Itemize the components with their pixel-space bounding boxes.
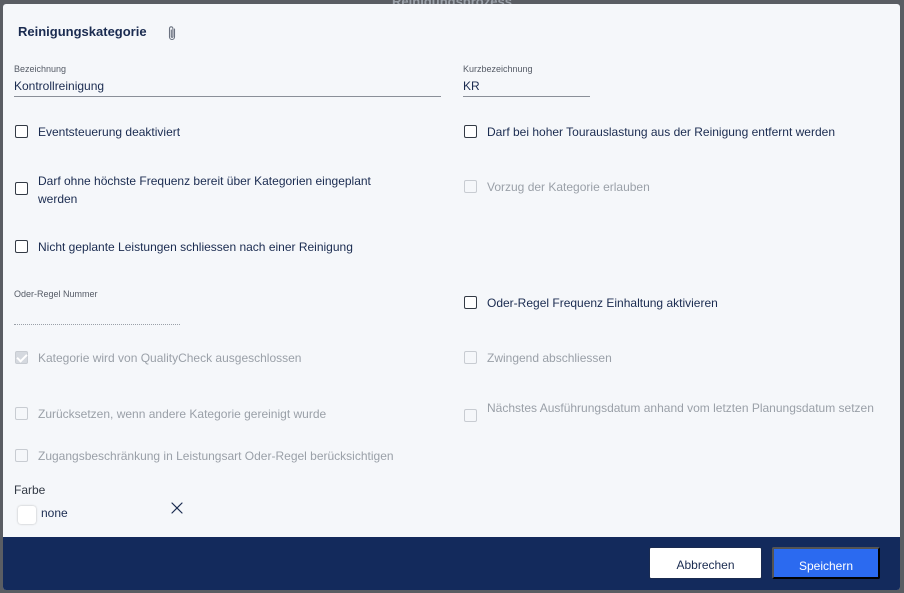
checkbox-box[interactable] [15, 240, 28, 253]
save-button[interactable]: Speichern [772, 547, 880, 579]
checkbox-label: Darf bei hoher Tourauslastung aus der Re… [487, 125, 835, 139]
kurzbezeichnung-input[interactable]: KR [463, 77, 590, 97]
ohne-frequenz-checkbox[interactable]: Darf ohne höchste Frequenz bereit über K… [15, 172, 405, 208]
farbe-label: Farbe [14, 483, 46, 497]
nicht-geplant-checkbox[interactable]: Nicht geplante Leistungen schliessen nac… [15, 238, 435, 256]
checkbox-label: Darf ohne höchste Frequenz bereit über K… [38, 174, 371, 206]
naechstes-datum-checkbox[interactable]: Nächstes Ausführungsdatum anhand vom let… [464, 399, 874, 422]
checkbox-label: Zugangsbeschränkung in Leistungsart Oder… [38, 449, 394, 463]
bezeichnung-input[interactable]: Kontrollreinigung [14, 77, 441, 97]
checkbox-label: Nächstes Ausführungsdatum anhand vom let… [487, 401, 874, 415]
category-dialog: Reinigungskategorie Bezeichnung Kontroll… [3, 4, 900, 590]
checkbox-box[interactable] [15, 182, 28, 195]
checkbox-box[interactable] [15, 125, 28, 138]
checkbox-label: Vorzug der Kategorie erlauben [487, 180, 650, 194]
checkbox-box[interactable] [464, 296, 477, 309]
kurzbezeichnung-label: Kurzbezeichnung [463, 64, 533, 74]
vorzug-checkbox[interactable]: Vorzug der Kategorie erlauben [464, 178, 884, 196]
oder-regel-nummer-label: Oder-Regel Nummer [14, 289, 98, 299]
tourauslastung-checkbox[interactable]: Darf bei hoher Tourauslastung aus der Re… [464, 123, 884, 141]
close-icon[interactable] [171, 502, 183, 514]
checkbox-box[interactable] [464, 180, 477, 193]
checkbox-box[interactable] [15, 351, 28, 364]
bezeichnung-label: Bezeichnung [14, 64, 67, 74]
checkbox-box[interactable] [464, 351, 477, 364]
dialog-footer: Abbrechen Speichern [3, 537, 900, 590]
checkbox-box[interactable] [464, 125, 477, 138]
dialog-title: Reinigungskategorie [18, 24, 147, 39]
color-swatch[interactable] [18, 506, 36, 524]
qualitycheck-checkbox[interactable]: Kategorie wird von QualityCheck ausgesch… [15, 349, 435, 367]
eventsteuerung-checkbox[interactable]: Eventsteuerung deaktiviert [15, 123, 435, 141]
checkbox-box[interactable] [15, 407, 28, 420]
zugangsbeschraenkung-checkbox[interactable]: Zugangsbeschränkung in Leistungsart Oder… [15, 447, 455, 465]
zwingend-checkbox[interactable]: Zwingend abschliessen [464, 349, 884, 367]
checkbox-label: Oder-Regel Frequenz Einhaltung aktiviere… [487, 296, 718, 310]
oder-regel-frequenz-checkbox[interactable]: Oder-Regel Frequenz Einhaltung aktiviere… [464, 294, 884, 312]
checkbox-label: Zwingend abschliessen [487, 351, 612, 365]
color-value: none [41, 506, 68, 520]
checkbox-label: Eventsteuerung deaktiviert [38, 125, 181, 139]
checkbox-label: Zurücksetzen, wenn andere Kategorie gere… [38, 407, 327, 421]
paperclip-icon[interactable] [166, 25, 178, 42]
cancel-button[interactable]: Abbrechen [649, 547, 762, 579]
checkbox-box[interactable] [15, 449, 28, 462]
oder-regel-nummer-input[interactable] [14, 323, 180, 325]
checkbox-box[interactable] [464, 409, 477, 422]
checkbox-label: Nicht geplante Leistungen schliessen nac… [38, 240, 353, 254]
checkbox-label: Kategorie wird von QualityCheck ausgesch… [38, 351, 302, 365]
zuruecksetzen-checkbox[interactable]: Zurücksetzen, wenn andere Kategorie gere… [15, 405, 435, 423]
